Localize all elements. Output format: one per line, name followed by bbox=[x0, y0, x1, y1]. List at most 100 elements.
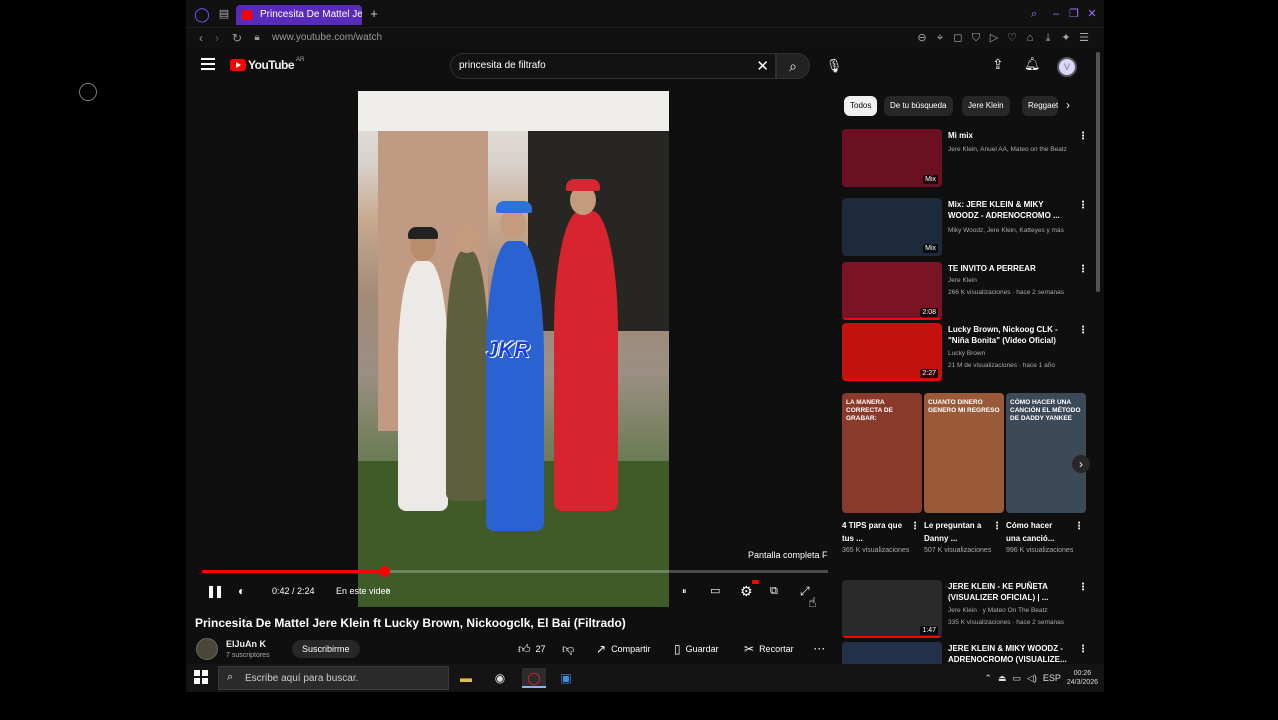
download-icon[interactable]: ⤓ bbox=[1042, 30, 1054, 46]
more-options-icon[interactable]: ⋮ bbox=[1078, 264, 1088, 275]
rec-thumbnail[interactable]: 2:27 bbox=[842, 323, 942, 381]
shield-icon[interactable]: ⛉ bbox=[970, 30, 982, 46]
recommendation-item[interactable]: 2:08 TE INVITO A PERREAR Jere Klein 266 … bbox=[842, 262, 1088, 322]
recommendation-item[interactable]: Mix Mi mix Jere Klein, Anuel AA, Mateo o… bbox=[842, 129, 1088, 189]
hamburger-menu-icon[interactable] bbox=[201, 58, 215, 70]
taskbar-search-input[interactable]: ⌕ Escribe aquí para buscar. bbox=[218, 666, 449, 690]
chip-from-search[interactable]: De tu búsqueda bbox=[884, 96, 953, 116]
rec-title[interactable]: TE INVITO A PERREAR bbox=[948, 263, 1072, 274]
voice-search-button[interactable]: 🎙︎ bbox=[822, 54, 846, 78]
subtitles-icon[interactable]: ▭ bbox=[710, 582, 720, 600]
rec-title[interactable]: Mix: JERE KLEIN & MIKY WOODZ - ADRENOCRO… bbox=[948, 199, 1072, 221]
channel-avatar[interactable] bbox=[196, 638, 218, 660]
display-icon[interactable]: ▭ bbox=[1012, 673, 1021, 684]
search-box[interactable]: princesita de filtrafo ✕ bbox=[450, 53, 776, 79]
rec-title[interactable]: Mi mix bbox=[948, 130, 1072, 141]
zoom-icon[interactable]: ⊖ bbox=[916, 30, 928, 46]
rec-thumbnail[interactable]: 2:08 bbox=[842, 262, 942, 320]
more-options-icon[interactable]: ⋮ bbox=[992, 521, 1002, 532]
chip-reggaeton[interactable]: Reggaeton bbox=[1022, 96, 1058, 116]
rec-title[interactable]: JERE KLEIN - KE PUÑETA (VISUALIZER OFICI… bbox=[948, 581, 1072, 603]
youtube-logo[interactable]: YouTube AR bbox=[230, 57, 304, 72]
obs-icon[interactable]: ◉ bbox=[488, 668, 512, 688]
pin-icon[interactable]: ⌖ bbox=[934, 30, 946, 46]
rec-title[interactable]: Lucky Brown, Nickoog CLK - "Niña Bonita"… bbox=[948, 324, 1072, 346]
language-indicator[interactable]: ESP bbox=[1043, 673, 1061, 683]
opera-logo-icon[interactable]: ◯ bbox=[194, 6, 210, 22]
chevron-up-icon[interactable]: ⌃ bbox=[984, 673, 992, 684]
snapshot-icon[interactable]: ◻ bbox=[952, 30, 964, 46]
video-player[interactable]: JKR Pantalla completa F ❚❚ ◐ 0:42 / 2:24… bbox=[196, 86, 834, 610]
short-title[interactable]: Le preguntan a Danny ... bbox=[924, 519, 986, 545]
create-button[interactable]: ⇪ bbox=[992, 56, 1004, 73]
chapter-button[interactable]: En este video bbox=[336, 582, 391, 600]
short-title[interactable]: 4 TIPS para que tus ... bbox=[842, 519, 904, 545]
rec-thumbnail[interactable]: Mix bbox=[842, 129, 942, 187]
search-input[interactable]: princesita de filtrafo bbox=[459, 60, 739, 71]
short-title[interactable]: Cómo hacer una canció... bbox=[1006, 519, 1068, 545]
forward-icon[interactable]: › bbox=[210, 30, 224, 46]
new-tab-icon[interactable]: + bbox=[366, 6, 382, 22]
heart-icon[interactable]: ♡ bbox=[1006, 30, 1018, 46]
pause-icon[interactable]: ❚❚ bbox=[206, 582, 224, 600]
short-item[interactable]: CÓMO HACER UNA CANCIÓN EL MÉTODO DE DADD… bbox=[1006, 393, 1086, 557]
ai-icon[interactable]: ✦ bbox=[1060, 30, 1072, 46]
channel-name[interactable]: ElJuAn K bbox=[226, 639, 266, 649]
chip-all[interactable]: Todos bbox=[844, 96, 878, 116]
chevron-right-icon[interactable]: › bbox=[1066, 98, 1070, 112]
dislike-button[interactable]: 👎︎ bbox=[562, 640, 574, 658]
more-options-icon[interactable]: ⋮ bbox=[1078, 582, 1088, 593]
windows-start-icon[interactable] bbox=[194, 670, 208, 684]
chip-jere-klein[interactable]: Jere Klein bbox=[962, 96, 1010, 116]
tab-switcher-icon[interactable]: ▤ bbox=[216, 6, 232, 22]
video-frame[interactable]: JKR bbox=[358, 91, 669, 607]
progress-bar[interactable] bbox=[202, 566, 828, 577]
more-options-icon[interactable]: ⋮ bbox=[1074, 521, 1084, 532]
share-button[interactable]: ↗ Compartir bbox=[596, 640, 651, 658]
rec-thumbnail[interactable] bbox=[842, 642, 942, 664]
volume-icon[interactable]: ◁) bbox=[1027, 673, 1037, 684]
chevron-right-icon[interactable]: › bbox=[386, 582, 389, 600]
short-thumbnail[interactable]: CÓMO HACER UNA CANCIÓN EL MÉTODO DE DADD… bbox=[1006, 393, 1086, 513]
more-options-icon[interactable]: ⋮ bbox=[1078, 200, 1088, 211]
save-button[interactable]: ▯ Guardar bbox=[674, 640, 719, 658]
tab-youtube[interactable]: Princesita De Mattel Je bbox=[236, 5, 362, 25]
rec-thumbnail[interactable]: Mix bbox=[842, 198, 942, 256]
autoplay-toggle-icon[interactable]: ⏸ bbox=[682, 582, 687, 600]
like-button[interactable]: 👍︎ 27 bbox=[518, 640, 546, 658]
recommendation-item[interactable]: Mix Mix: JERE KLEIN & MIKY WOODZ - ADREN… bbox=[842, 198, 1088, 258]
taskbar-clock[interactable]: 00:26 24/3/2026 bbox=[1067, 669, 1098, 687]
easy-setup-icon[interactable]: ☰ bbox=[1078, 30, 1090, 46]
miniplayer-icon[interactable]: ⧉ bbox=[770, 582, 778, 600]
subscribe-button[interactable]: Suscribirme bbox=[292, 640, 360, 658]
close-icon[interactable]: ✕ bbox=[1084, 6, 1100, 22]
wallet-icon[interactable]: ⌂ bbox=[1024, 30, 1036, 46]
search-tabs-icon[interactable]: ⌕ bbox=[1026, 6, 1042, 22]
more-actions-button[interactable]: ··· bbox=[814, 640, 826, 658]
account-avatar[interactable]: V bbox=[1057, 57, 1077, 77]
search-button[interactable]: ⌕ bbox=[776, 53, 810, 79]
short-thumbnail[interactable]: CUANTO DINERO GENERO MI REGRESO bbox=[924, 393, 1004, 513]
usb-icon[interactable]: ⏏ bbox=[998, 673, 1007, 684]
app-window-icon[interactable]: ▣ bbox=[554, 668, 578, 688]
minimize-icon[interactable]: – bbox=[1048, 6, 1064, 22]
chevron-right-icon[interactable]: › bbox=[1072, 455, 1090, 473]
opera-browser-icon[interactable]: ◯ bbox=[522, 668, 546, 688]
progress-scrubber[interactable] bbox=[378, 566, 390, 577]
clip-button[interactable]: ✂ Recortar bbox=[744, 640, 794, 658]
play-icon[interactable]: ▷ bbox=[988, 30, 1000, 46]
more-options-icon[interactable]: ⋮ bbox=[1078, 644, 1088, 655]
clear-search-icon[interactable]: ✕ bbox=[756, 57, 769, 75]
rec-thumbnail[interactable]: 1:47 bbox=[842, 580, 942, 638]
short-thumbnail[interactable]: LA MANERA CORRECTA DE GRABAR: bbox=[842, 393, 922, 513]
volume-icon[interactable]: ◐ bbox=[238, 582, 245, 600]
reload-icon[interactable]: ↻ bbox=[230, 30, 244, 46]
gear-icon[interactable]: ⚙ bbox=[740, 582, 753, 600]
more-options-icon[interactable]: ⋮ bbox=[1078, 325, 1088, 336]
recommendation-item[interactable]: JERE KLEIN & MIKY WOODZ - ADRENOCROMO (V… bbox=[842, 642, 1088, 664]
short-item[interactable]: CUANTO DINERO GENERO MI REGRESO Le pregu… bbox=[924, 393, 1004, 557]
page-scrollbar[interactable] bbox=[1096, 52, 1100, 292]
rec-title[interactable]: JERE KLEIN & MIKY WOODZ - ADRENOCROMO (V… bbox=[948, 643, 1072, 664]
more-options-icon[interactable]: ⋮ bbox=[910, 521, 920, 532]
notifications-button[interactable]: 🔔︎ bbox=[1024, 56, 1041, 72]
